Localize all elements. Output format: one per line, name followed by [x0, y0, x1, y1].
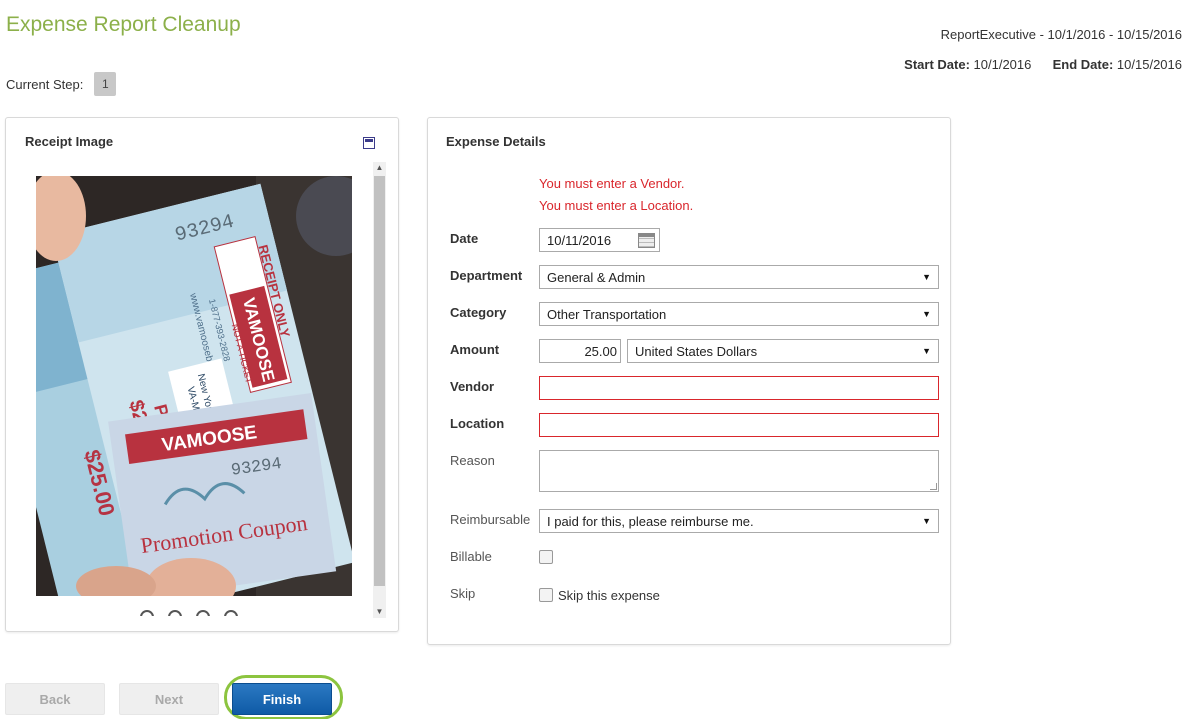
chevron-down-icon: ▼	[922, 516, 931, 526]
reimbursable-select[interactable]: I paid for this, please reimburse me. ▼	[539, 509, 939, 533]
receipt-scrollbar[interactable]: ▲ ▼	[373, 162, 386, 618]
date-label: Date	[450, 231, 479, 246]
reimbursable-value: I paid for this, please reimburse me.	[547, 513, 754, 529]
rotate-right-icon[interactable]	[224, 610, 238, 616]
vendor-error: You must enter a Vendor.	[539, 176, 685, 191]
reason-label: Reason	[450, 453, 495, 468]
location-label: Location	[450, 416, 505, 431]
next-button[interactable]: Next	[119, 683, 219, 715]
chevron-down-icon: ▼	[922, 272, 931, 282]
expense-details-panel: Expense Details You must enter a Vendor.…	[427, 117, 951, 645]
category-select[interactable]: Other Transportation ▼	[539, 302, 939, 326]
location-error: You must enter a Location.	[539, 198, 694, 213]
category-value: Other Transportation	[547, 306, 667, 322]
date-field[interactable]: 10/11/2016	[539, 228, 660, 252]
vendor-label: Vendor	[450, 379, 495, 394]
details-panel-title: Expense Details	[446, 134, 546, 149]
report-dates: Start Date: 10/1/2016 End Date: 10/15/20…	[904, 57, 1182, 72]
currency-select[interactable]: United States Dollars ▼	[627, 339, 939, 363]
start-date-label: Start Date:	[904, 57, 970, 72]
chevron-down-icon: ▼	[922, 309, 931, 319]
category-label: Category	[450, 305, 507, 320]
current-step: Current Step: 1	[6, 72, 117, 96]
date-value: 10/11/2016	[547, 232, 612, 248]
billable-checkbox[interactable]	[539, 550, 553, 564]
zoom-out-icon[interactable]	[168, 610, 182, 616]
amount-field[interactable]: 25.00	[539, 339, 621, 363]
scroll-thumb[interactable]	[374, 176, 385, 586]
end-date-label: End Date:	[1052, 57, 1114, 72]
department-value: General & Admin	[547, 269, 646, 285]
currency-value: United States Dollars	[635, 343, 758, 359]
reason-field[interactable]	[539, 450, 939, 492]
location-field[interactable]	[539, 413, 939, 437]
chevron-down-icon: ▼	[922, 346, 931, 356]
amount-value: 25.00	[584, 343, 617, 359]
page-title: Expense Report Cleanup	[6, 13, 241, 36]
image-toolbar	[140, 610, 238, 616]
scroll-up-arrow[interactable]: ▲	[373, 162, 386, 174]
scroll-down-arrow[interactable]: ▼	[373, 606, 386, 618]
start-date-value: 10/1/2016	[973, 57, 1032, 72]
zoom-in-icon[interactable]	[140, 610, 154, 616]
current-step-badge: 1	[94, 72, 117, 96]
report-info: ReportExecutive - 10/1/2016 - 10/15/2016	[940, 27, 1182, 42]
maximize-icon[interactable]	[363, 137, 375, 149]
department-label: Department	[450, 268, 523, 283]
calendar-icon[interactable]	[638, 233, 655, 248]
skip-checkbox-label[interactable]: Skip this expense	[558, 588, 660, 603]
billable-label: Billable	[450, 549, 492, 564]
vendor-field[interactable]	[539, 376, 939, 400]
current-step-label: Current Step:	[6, 76, 84, 92]
end-date-value: 10/15/2016	[1116, 57, 1182, 72]
receipt-image-panel: Receipt Image $25.00 93294 VAMOOSE RECEI…	[5, 117, 399, 632]
reimbursable-label: Reimbursable	[450, 512, 531, 527]
amount-label: Amount	[450, 342, 500, 357]
skip-label: Skip	[450, 586, 476, 601]
rotate-left-icon[interactable]	[196, 610, 210, 616]
finish-button[interactable]: Finish	[232, 683, 332, 715]
back-button[interactable]: Back	[5, 683, 105, 715]
skip-checkbox[interactable]	[539, 588, 553, 602]
receipt-panel-title: Receipt Image	[25, 134, 114, 149]
department-select[interactable]: General & Admin ▼	[539, 265, 939, 289]
receipt-image: $25.00 93294 VAMOOSE RECEIPT ONLY NOT A …	[36, 176, 352, 596]
